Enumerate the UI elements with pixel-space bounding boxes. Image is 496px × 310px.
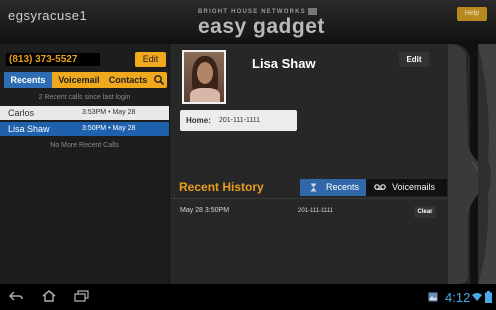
sidebar: (813) 373-5527 Edit Recents Voicemail Co… — [0, 44, 169, 284]
clear-button[interactable]: Clear — [414, 206, 436, 218]
tv-icon — [307, 8, 317, 15]
home-label: Home: — [186, 116, 211, 125]
app-header: egsyracuse1 BRIGHT HOUSE NETWORKS easy g… — [0, 0, 496, 40]
contact-photo — [182, 50, 226, 104]
contact-panel: Lisa Shaw Edit Home: 201-111-1111 Recent… — [170, 44, 470, 284]
photo-face — [197, 62, 213, 84]
tab-voicemail[interactable]: Voicemail — [54, 72, 104, 88]
help-button[interactable]: Help — [457, 7, 487, 21]
caller-name: Carlos — [8, 108, 35, 118]
divider — [170, 198, 470, 199]
history-tabs: Recents Voicemails — [300, 179, 447, 196]
history-datetime: May 28 3:50PM — [180, 207, 230, 214]
call-row[interactable]: Carlos 3:53PM • May 28 — [0, 106, 169, 120]
wifi-icon — [472, 293, 482, 301]
call-time: 3:50PM • May 28 — [82, 125, 136, 132]
caller-name: Lisa Shaw — [8, 124, 50, 134]
phone-number: (813) 373-5527 — [6, 53, 100, 66]
sidebar-tabs: Recents Voicemail Contacts — [4, 72, 167, 88]
recent-history-title: Recent History — [179, 180, 264, 194]
recent-apps-icon[interactable] — [74, 290, 90, 302]
recent-calls-summary: 2 Recent calls since last login — [38, 94, 131, 101]
no-more-calls-label: No More Recent Calls — [50, 142, 119, 149]
photo-background — [184, 52, 224, 102]
history-tab-label: Voicemails — [392, 182, 436, 192]
history-tab-recents[interactable]: Recents — [300, 179, 366, 196]
battery-icon — [485, 291, 492, 303]
history-entry: May 28 3:50PM 201-111-1111 Clear — [170, 204, 470, 220]
search-icon[interactable] — [153, 74, 165, 86]
edit-number-button[interactable]: Edit — [135, 52, 166, 67]
photo-shirt — [190, 88, 220, 102]
system-clock: 4:12 — [445, 290, 471, 305]
history-tab-label: Recents — [326, 182, 360, 192]
tab-contacts[interactable]: Contacts — [106, 72, 150, 88]
call-row[interactable]: Lisa Shaw 3:50PM • May 28 — [0, 122, 169, 136]
call-time: 3:53PM • May 28 — [82, 109, 136, 116]
gallery-icon — [428, 292, 438, 302]
home-phone-value: 201-111-1111 — [219, 117, 260, 124]
voicemail-icon — [374, 184, 386, 190]
history-number: 201-111-1111 — [298, 208, 334, 214]
back-icon[interactable] — [8, 290, 24, 302]
system-nav-bar: 4:12 — [0, 284, 496, 310]
edit-contact-button[interactable]: Edit — [399, 52, 429, 67]
history-tab-voicemails[interactable]: Voicemails — [366, 179, 447, 196]
hourglass-icon — [310, 183, 317, 192]
decorative-frame — [448, 44, 496, 284]
tab-recents[interactable]: Recents — [4, 72, 52, 88]
account-name: egsyracuse1 — [8, 8, 88, 23]
home-icon[interactable] — [41, 290, 57, 302]
product-title: easy gadget — [198, 15, 325, 38]
contact-name: Lisa Shaw — [252, 56, 316, 71]
home-phone-field[interactable]: Home: 201-111-1111 — [180, 110, 297, 131]
